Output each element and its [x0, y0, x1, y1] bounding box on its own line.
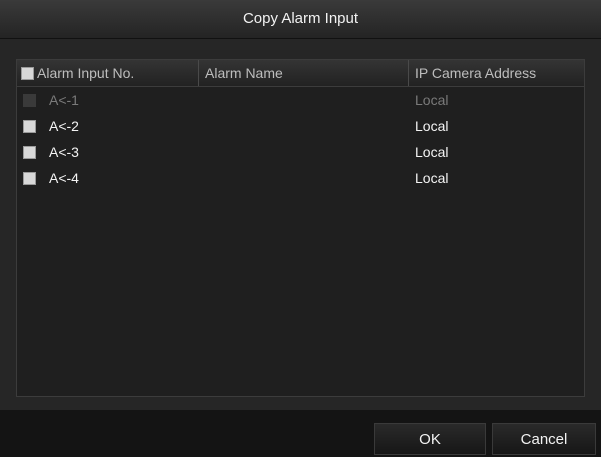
table-body: A<-1 Local A<-2 Local A<-3 Local A<-4 Lo… — [17, 87, 584, 191]
alarm-input-number: A<-2 — [49, 118, 79, 134]
cell-alarm-input-no: A<-3 — [17, 139, 199, 165]
column-header-alarm-name: Alarm Name — [199, 60, 409, 86]
row-checkbox[interactable] — [23, 171, 36, 185]
row-checkbox[interactable] — [23, 145, 36, 159]
cell-alarm-input-no: A<-1 — [17, 87, 199, 113]
ip-camera-address: Local — [415, 170, 449, 186]
alarm-name — [199, 165, 409, 191]
cell-alarm-input-no: A<-2 — [17, 113, 199, 139]
column-label-alarm-input-no: Alarm Input No. — [37, 65, 135, 81]
ok-button[interactable]: OK — [374, 423, 486, 455]
cancel-button[interactable]: Cancel — [492, 423, 596, 455]
alarm-name — [199, 113, 409, 139]
cell-alarm-input-no: A<-4 — [17, 165, 199, 191]
select-all-checkbox[interactable] — [21, 66, 34, 80]
alarm-input-table: Alarm Input No. Alarm Name IP Camera Add… — [16, 59, 585, 397]
column-header-alarm-input-no: Alarm Input No. — [17, 60, 199, 86]
table-header: Alarm Input No. Alarm Name IP Camera Add… — [17, 60, 584, 87]
ip-camera-address: Local — [415, 92, 449, 108]
alarm-input-number: A<-3 — [49, 144, 79, 160]
alarm-input-number: A<-1 — [49, 92, 79, 108]
ip-camera-address: Local — [415, 144, 449, 160]
dialog-footer: OK Cancel — [0, 410, 601, 457]
copy-alarm-input-dialog: Copy Alarm Input Alarm Input No. Alarm N… — [0, 0, 601, 457]
alarm-name — [199, 87, 409, 113]
table-row[interactable]: A<-2 Local — [17, 113, 584, 139]
ip-camera-address: Local — [415, 118, 449, 134]
dialog-title: Copy Alarm Input — [0, 0, 601, 39]
table-row: A<-1 Local — [17, 87, 584, 113]
table-row[interactable]: A<-4 Local — [17, 165, 584, 191]
alarm-input-number: A<-4 — [49, 170, 79, 186]
table-row[interactable]: A<-3 Local — [17, 139, 584, 165]
row-checkbox[interactable] — [23, 119, 36, 133]
dialog-body: Alarm Input No. Alarm Name IP Camera Add… — [0, 39, 601, 410]
column-header-ip-camera-address: IP Camera Address — [415, 65, 537, 81]
alarm-name — [199, 139, 409, 165]
row-checkbox — [23, 93, 36, 107]
